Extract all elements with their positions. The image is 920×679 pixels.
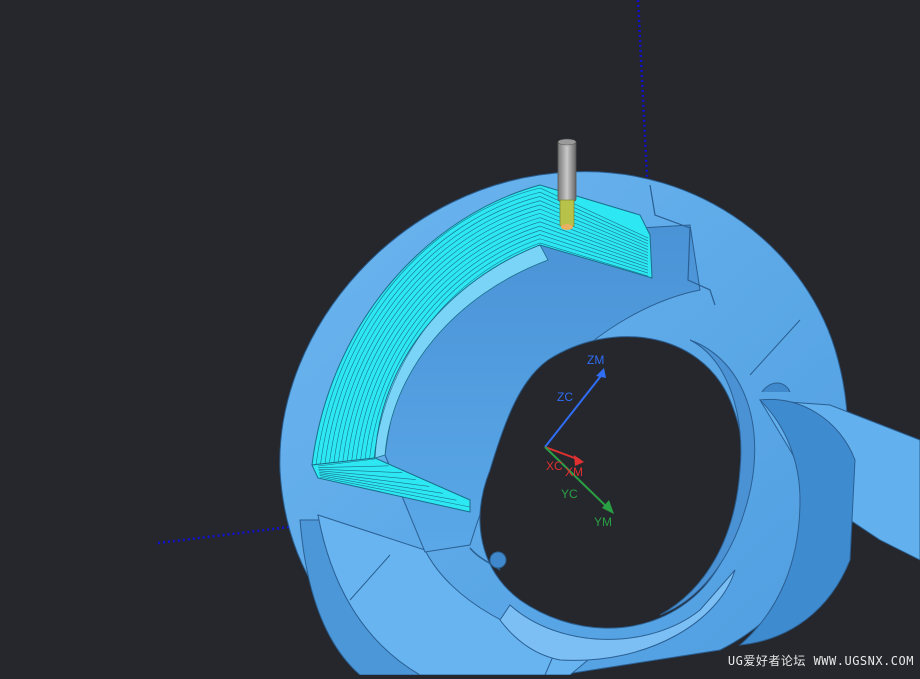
zm-label: ZM [587,353,604,367]
xm-label: XM [565,465,583,479]
cutting-tool[interactable] [557,138,577,230]
watermark-text: UG爱好者论坛 WWW.UGSNX.COM [727,654,914,668]
tool-shank [557,140,577,202]
model-scene[interactable]: ZM ZC XC XM YC YM [0,0,920,676]
zc-label: ZC [557,390,573,404]
xc-label: XC [546,459,563,473]
yc-label: YC [561,487,578,501]
tool-tip [559,199,575,227]
ym-label: YM [594,515,612,529]
graphics-viewport[interactable]: ZM ZC XC XM YC YM UG爱好者论坛 WWW.UGSNX.COM [0,0,920,676]
